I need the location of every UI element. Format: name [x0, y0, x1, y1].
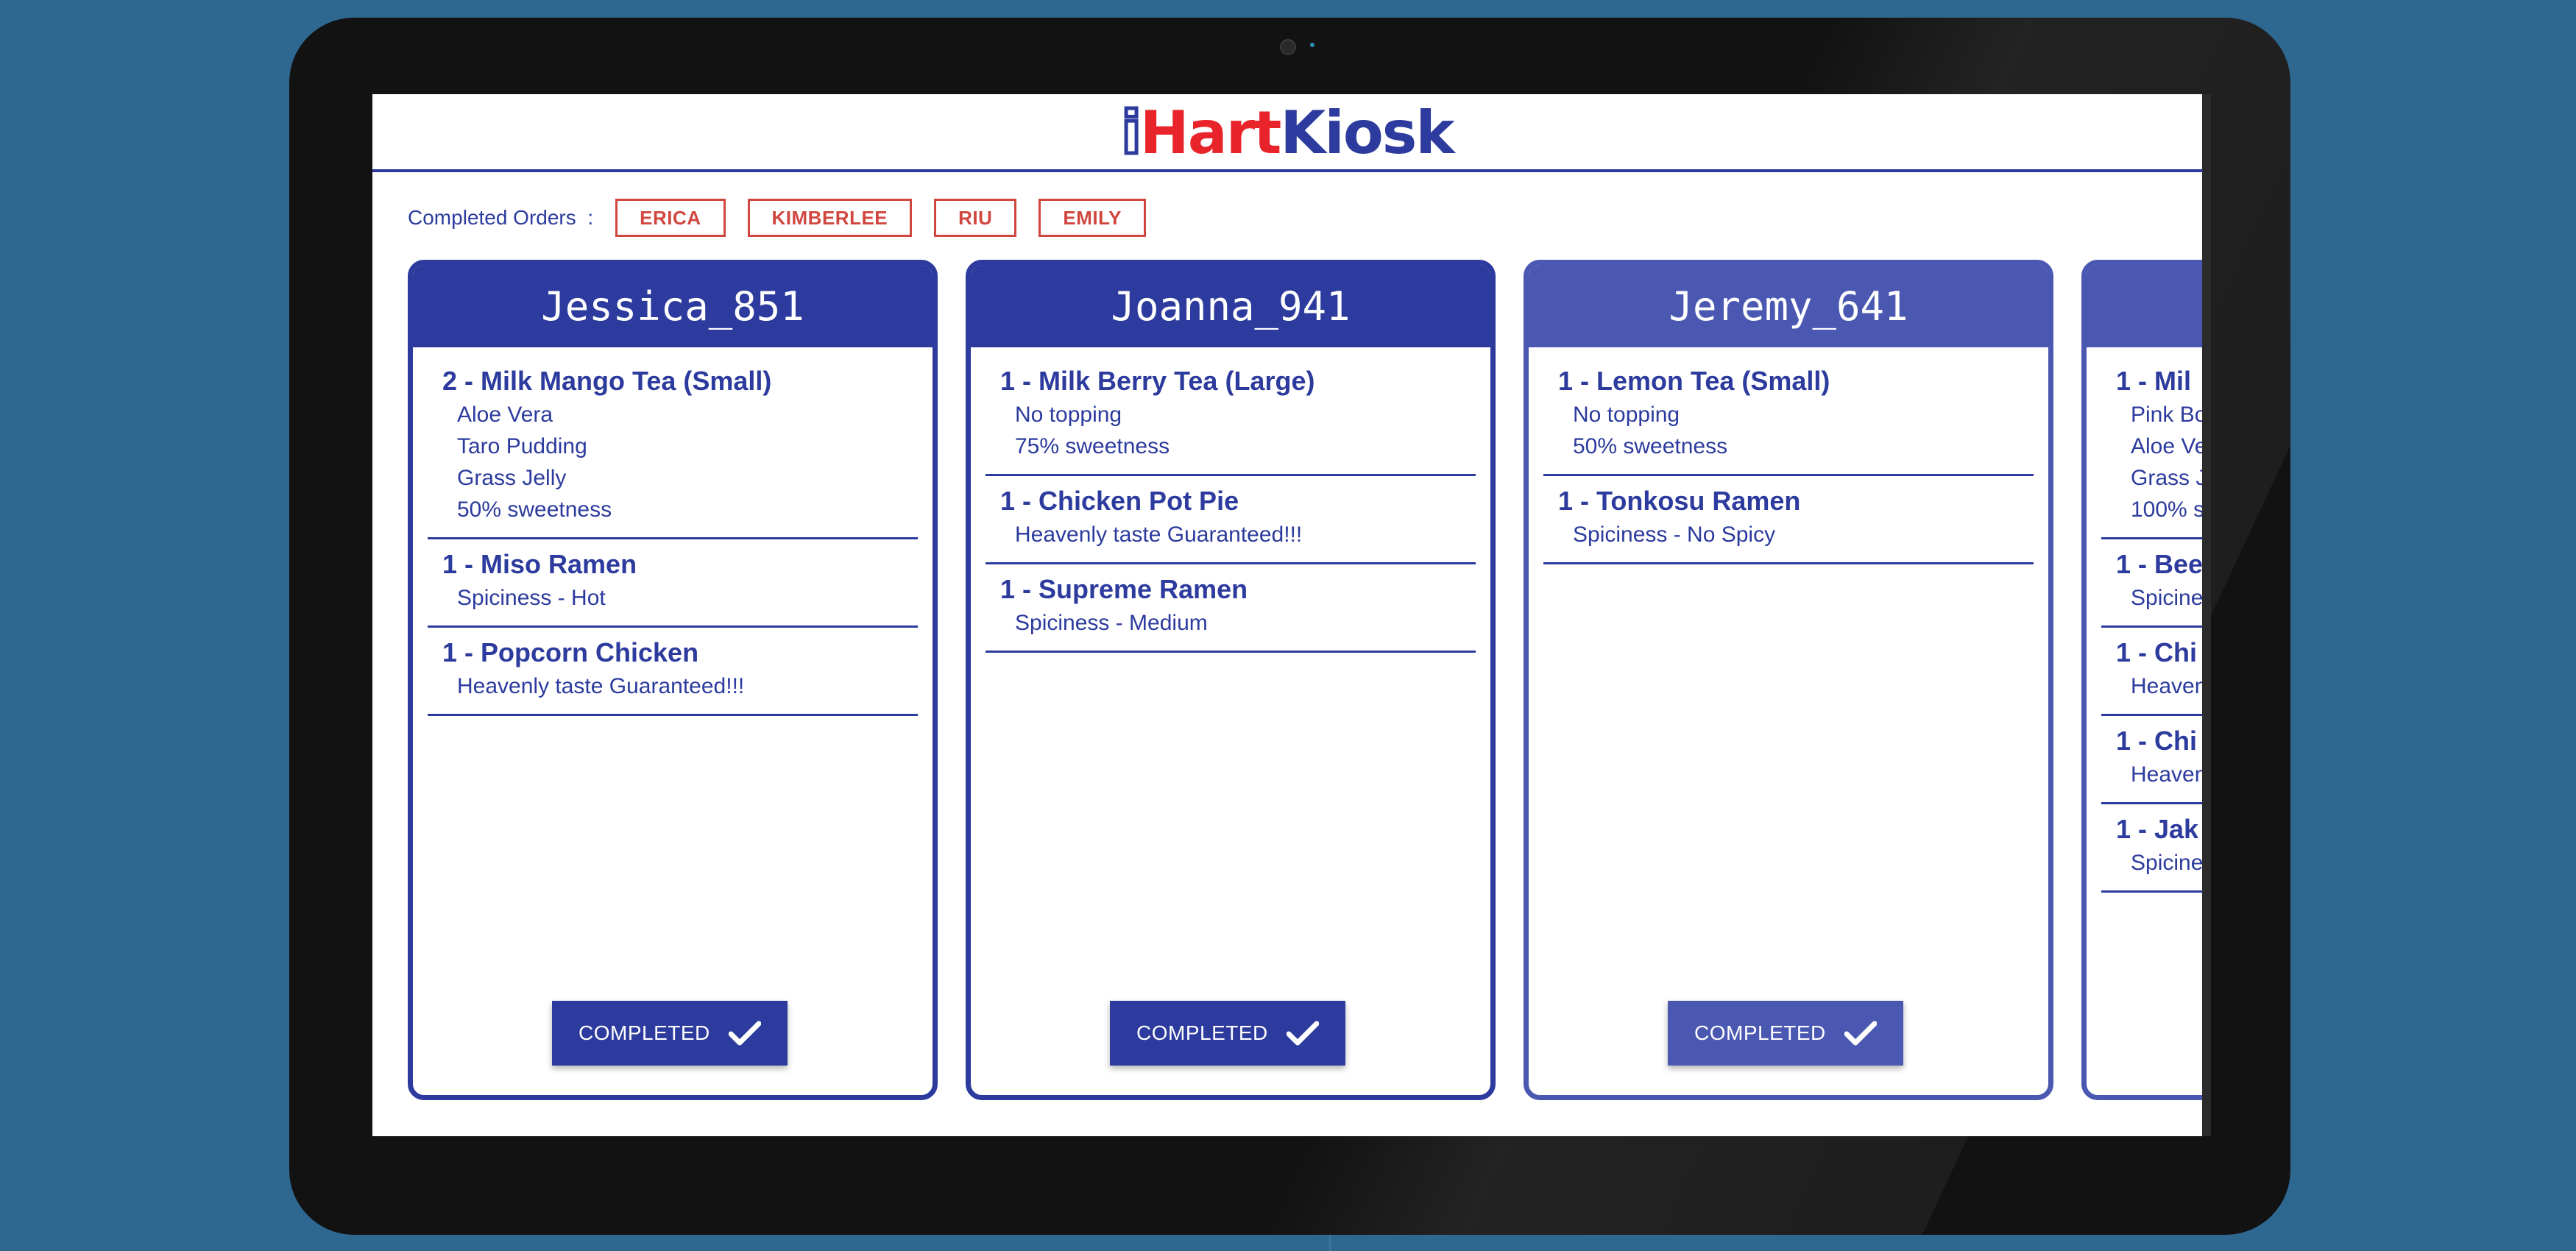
order-item: 1 - Chi Heaven — [2101, 716, 2211, 804]
completed-button[interactable]: COMPLETED — [1668, 1001, 1903, 1066]
logo-hart: Hart — [1139, 99, 1282, 167]
order-item-title: 1 - Chicken Pot Pie — [1000, 486, 1239, 516]
order-item-detail: Heavenly taste Guaranteed!!! — [1015, 522, 1303, 547]
camera-icon — [1280, 39, 1296, 55]
order-item-title: 1 - Mil — [2116, 366, 2192, 396]
order-item-list: 1 - Lemon Tea (Small) No topping 50% sweet… — [1543, 356, 2034, 564]
app-header: iHartKiosk — [372, 94, 2202, 172]
order-item: 2 - Milk Mango Tea (Small) Aloe Vera Taro … — [428, 356, 918, 539]
completed-button[interactable]: COMPLETED — [552, 1001, 788, 1066]
order-item-detail: Spiciness - Hot — [457, 586, 606, 610]
order-item-detail: Heaven — [2131, 762, 2207, 787]
order-item-detail: No topping — [1015, 403, 1122, 427]
order-item: 1 - Chi Heaven — [2101, 628, 2211, 716]
sensor-icon — [1310, 43, 1314, 47]
completed-chip-erica[interactable]: ERICA — [615, 199, 726, 237]
order-customer-name: Joanna_941 — [971, 265, 1490, 347]
order-customer-name: Jeremy_641 — [1529, 265, 2048, 347]
order-item-detail: 50% sweetness — [1573, 434, 1728, 458]
order-item: 1 - Miso Ramen Spiciness - Hot — [428, 539, 918, 628]
check-icon — [1287, 1020, 1319, 1046]
check-icon — [1844, 1020, 1877, 1046]
order-item-detail: 100% s — [2131, 497, 2205, 522]
order-item-detail: Grass Jelly — [457, 466, 567, 490]
order-item-title: 1 - Supreme Ramen — [1000, 574, 1248, 604]
order-item-detail: Spicine — [2131, 851, 2204, 875]
order-card: Joanna_941 1 - Milk Berry Tea (Large) No t… — [966, 260, 1496, 1100]
completed-button-label: COMPLETED — [1694, 1021, 1826, 1044]
logo-kiosk: Kiosk — [1280, 99, 1454, 167]
completed-button-label: COMPLETED — [1136, 1021, 1268, 1044]
completed-orders-bar: Completed Orders : ERICA KIMBERLEE RIU E… — [408, 196, 1168, 240]
order-item: 1 - Lemon Tea (Small) No topping 50% sweet… — [1543, 356, 2034, 476]
order-item-title: 1 - Chi — [2116, 726, 2198, 756]
order-item-detail: No topping — [1573, 403, 1680, 427]
app-logo: iHartKiosk — [372, 98, 2202, 168]
order-item-title: 1 - Popcorn Chicken — [442, 637, 699, 667]
order-item-title: 1 - Jak — [2116, 814, 2199, 844]
order-item-detail: 75% sweetness — [1015, 434, 1170, 458]
order-item: 1 - Supreme Ramen Spiciness - Medium — [986, 564, 1476, 653]
completed-chip-riu[interactable]: RIU — [934, 199, 1017, 237]
order-item-list: 1 - Mil Pink Bo Aloe Ve Grass J 100% s 1 - Be… — [2101, 356, 2211, 893]
order-item-title: 1 - Milk Berry Tea (Large) — [1000, 366, 1315, 396]
order-item-detail: Spiciness - No Spicy — [1573, 522, 1776, 547]
order-card: 1 - Mil Pink Bo Aloe Ve Grass J 100% s 1 - Be… — [2081, 260, 2211, 1100]
completed-chip-kimberlee[interactable]: KIMBERLEE — [747, 199, 913, 237]
logo-i: i — [1119, 98, 1144, 168]
order-item-title: 1 - Bee — [2116, 549, 2204, 579]
completed-button[interactable]: COMPLETED — [1110, 1001, 1345, 1066]
order-item: 1 - Chicken Pot Pie Heavenly taste Guaran… — [986, 476, 1476, 564]
order-item-list: 2 - Milk Mango Tea (Small) Aloe Vera Taro … — [428, 356, 918, 716]
order-item-detail: Heaven — [2131, 674, 2207, 698]
order-item-list: 1 - Milk Berry Tea (Large) No topping 75% … — [986, 356, 1476, 653]
order-item-detail: 50% sweetness — [457, 497, 612, 522]
order-item-detail: Aloe Vera — [457, 403, 553, 427]
header-divider — [372, 169, 2202, 172]
order-customer-name: Jessica_851 — [413, 265, 933, 347]
order-item-title: 1 - Lemon Tea (Small) — [1558, 366, 1830, 396]
order-card: Jessica_851 2 - Milk Mango Tea (Small) Alo… — [408, 260, 938, 1100]
order-item: 1 - Tonkosu Ramen Spiciness - No Spicy — [1543, 476, 2034, 564]
order-item-detail: Taro Pudding — [457, 434, 587, 458]
order-item-detail: Pink Bo — [2131, 403, 2207, 427]
order-item: 1 - Mil Pink Bo Aloe Ve Grass J 100% s — [2101, 356, 2211, 539]
check-icon — [729, 1020, 761, 1046]
order-item-detail: Grass J — [2131, 466, 2207, 490]
kiosk-screen: iHartKiosk Completed Orders : ERICA KIMB… — [372, 94, 2211, 1136]
completed-orders-label: Completed Orders : — [408, 206, 594, 229]
order-item: 1 - Jak Spicine — [2101, 804, 2211, 893]
order-item-title: 1 - Chi — [2116, 637, 2198, 667]
order-item-title: 2 - Milk Mango Tea (Small) — [442, 366, 772, 396]
order-item-title: 1 - Miso Ramen — [442, 549, 637, 579]
order-customer-name — [2087, 265, 2211, 347]
order-item: 1 - Milk Berry Tea (Large) No topping 75% … — [986, 356, 1476, 476]
screen-bezel-edge — [2202, 94, 2211, 1136]
order-item-title: 1 - Tonkosu Ramen — [1558, 486, 1801, 516]
order-item: 1 - Bee Spicine — [2101, 539, 2211, 628]
order-card: Jeremy_641 1 - Lemon Tea (Small) No toppin… — [1524, 260, 2053, 1100]
order-item-detail: Heavenly taste Guaranteed!!! — [457, 674, 745, 698]
completed-button-label: COMPLETED — [578, 1021, 710, 1044]
background-line — [1329, 1233, 1331, 1251]
order-item-detail: Spicine — [2131, 586, 2204, 610]
order-item-detail: Spiciness - Medium — [1015, 611, 1208, 635]
completed-chip-emily[interactable]: EMILY — [1038, 199, 1146, 237]
order-item-detail: Aloe Ve — [2131, 434, 2207, 458]
order-item: 1 - Popcorn Chicken Heavenly taste Guaran… — [428, 628, 918, 716]
